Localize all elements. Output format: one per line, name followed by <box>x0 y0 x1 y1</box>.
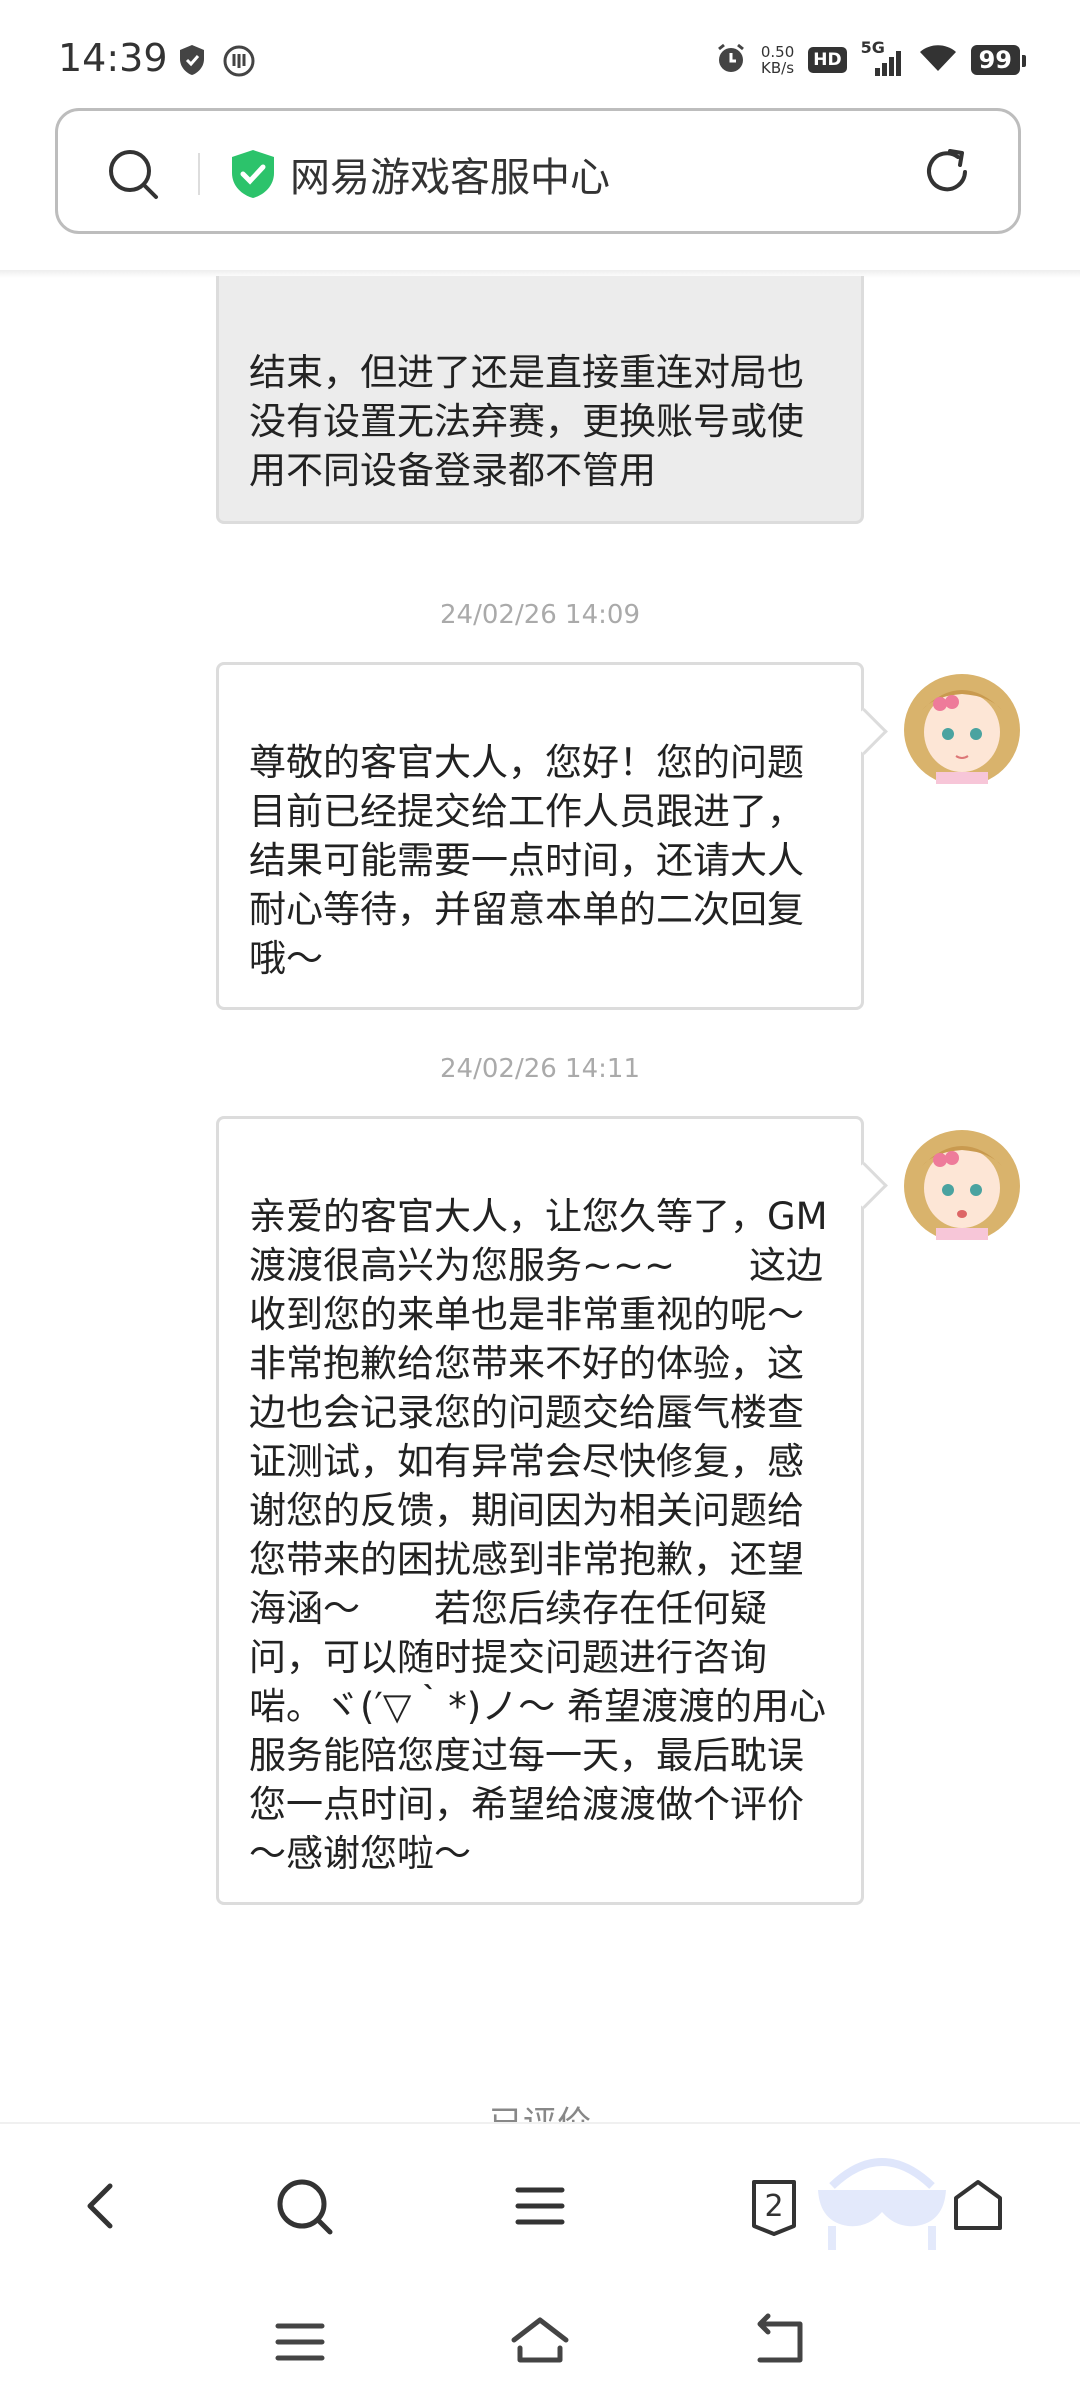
agent-avatar <box>904 1130 1020 1240</box>
home-icon <box>954 2180 1002 2230</box>
shield-icon <box>178 44 206 80</box>
search-icon[interactable] <box>106 147 160 205</box>
rated-label: 已评价 <box>0 2096 1080 2122</box>
agent-message-bubble: 亲爱的客官大人，让您久等了，GM渡渡很高兴为您服务~~~ 这边收到您的来单也是非… <box>216 1116 864 1905</box>
search-icon <box>277 2179 333 2235</box>
tab-count: 2 <box>764 2189 784 2224</box>
message-timestamp: 24/02/26 14:09 <box>440 600 640 630</box>
address-bar[interactable]: 网易游戏客服中心 <box>55 108 1021 234</box>
agent-avatar <box>904 674 1020 784</box>
verified-shield-icon <box>230 149 276 203</box>
recents-icon[interactable] <box>268 2312 332 2372</box>
user-message-bubble: 结束，但进了还是直接重连对局也没有设置无法弃赛，更换账号或使用不同设备登录都不管… <box>216 276 864 524</box>
signal-icon: 5G <box>861 38 905 78</box>
browser-toolbar: 2 <box>0 2122 1080 2284</box>
message-text: 尊敬的客官大人，您好！您的问题目前已经提交给工作人员跟进了，结果可能需要一点时间… <box>249 741 804 980</box>
message-text: 结束，但进了还是直接重连对局也没有设置无法弃赛，更换账号或使用不同设备登录都不管… <box>249 351 804 492</box>
back-button[interactable] <box>70 2174 134 2238</box>
address-divider <box>198 153 200 195</box>
alarm-icon <box>715 42 747 78</box>
goggles-icon <box>818 2158 946 2250</box>
reload-icon[interactable] <box>920 145 974 203</box>
back-icon <box>87 2183 113 2229</box>
net-speed: 0.50 KB/s <box>760 43 795 77</box>
back-icon[interactable] <box>748 2312 812 2372</box>
status-time: 14:39 <box>58 36 168 80</box>
home-button[interactable] <box>946 2174 1010 2238</box>
vpn-icon <box>222 44 256 82</box>
menu-icon <box>515 2187 565 2225</box>
home-icon[interactable] <box>508 2312 572 2372</box>
tabs-button[interactable]: 2 <box>742 2174 806 2238</box>
page-title: 网易游戏客服中心 <box>290 155 610 201</box>
system-nav-bar <box>0 2282 1080 2400</box>
message-timestamp: 24/02/26 14:11 <box>440 1054 640 1084</box>
battery-indicator: 99 <box>970 45 1027 75</box>
status-bar: 14:39 0.50 KB/s HD 5G 99 <box>0 0 1080 100</box>
chat-area[interactable]: 结束，但进了还是直接重连对局也没有设置无法弃赛，更换账号或使用不同设备登录都不管… <box>0 276 1080 2122</box>
hd-badge: HD <box>808 47 847 73</box>
agent-message-bubble: 尊敬的客官大人，您好！您的问题目前已经提交给工作人员跟进了，结果可能需要一点时间… <box>216 662 864 1010</box>
menu-button[interactable] <box>508 2174 572 2238</box>
message-text: 亲爱的客官大人，让您久等了，GM渡渡很高兴为您服务~~~ 这边收到您的来单也是非… <box>249 1195 878 1875</box>
wifi-icon <box>919 43 957 77</box>
search-button[interactable] <box>272 2174 336 2238</box>
